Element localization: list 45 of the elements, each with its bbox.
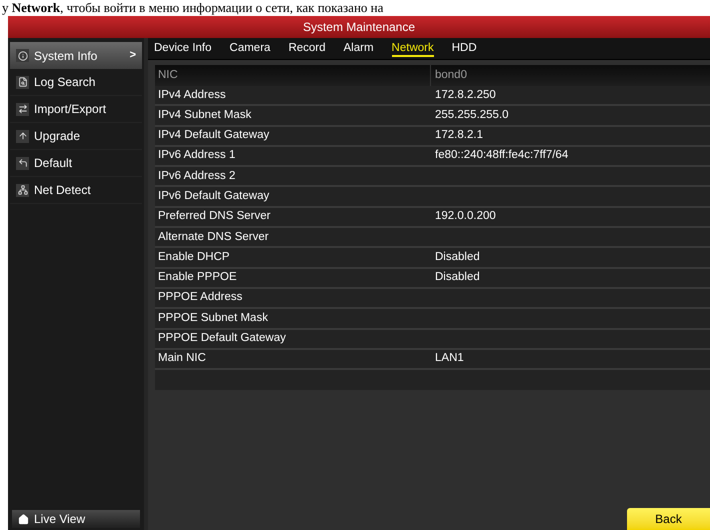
tab[interactable]: HDD [452,40,477,56]
table-cell-text: 172.8.2.250 [434,88,496,103]
document-search-icon [16,76,29,88]
tab[interactable]: Camera [230,40,270,56]
home-icon [18,514,29,524]
sidebar-item[interactable]: Upgrade [10,123,142,150]
table-cell-text: IPv4 Subnet Mask [157,108,252,123]
tab[interactable]: Device Info [154,40,212,56]
table-cell-text: Disabled [434,250,480,265]
tab[interactable]: Network [392,40,434,56]
table-cell-text: 172.8.2.1 [434,128,483,144]
table-cell-text: Preferred DNS Server [157,209,272,224]
network-icon [16,184,29,196]
table-cell-text: bond0 [434,68,467,83]
arrows-icon [16,102,29,116]
table-cell-text: IPv6 Default Gateway [157,189,270,204]
sidebar-item[interactable]: System Info > [10,42,142,69]
table-cell-text: Enable DHCP [157,250,231,265]
table-cell-text: IPv6 Address 2 [157,168,236,184]
table-cell-text: IPv4 Address [157,88,227,103]
table-cell-text: Enable PPPOE [157,270,238,286]
sidebar-item[interactable]: Net Detect [10,177,142,204]
arrow-text: > [130,48,136,64]
table-cell-text: 255.255.255.0 [434,108,509,123]
table-cell-text: 192.0.0.200 [434,209,496,224]
table-cell-text: Disabled [434,270,480,286]
live-view-button[interactable]: Live View [12,510,140,528]
table-cell-text: IPv4 Default Gateway [157,128,270,144]
table-cell-text: LAN1 [434,351,464,366]
sidebar-item[interactable]: Log Search [10,69,142,96]
title-bar: System Maintenance [8,16,710,38]
tab[interactable]: Alarm [344,40,374,56]
back-button[interactable]: Back [627,508,710,530]
table-cell-text: PPPOE Subnet Mask [157,310,269,326]
sidebar-item[interactable]: Import/Export [10,96,142,123]
table-cell-text: PPPOE Default Gateway [157,331,287,346]
table-cell-text: IPv6 Address 1 [157,148,236,164]
tab[interactable]: Record [288,40,326,56]
info-icon [16,49,29,62]
table-cell-text: PPPOE Address [157,290,244,306]
table-cell-text: Alternate DNS Server [157,230,270,245]
sidebar-item[interactable]: Default [10,150,142,177]
table-cell-text: fe80::240:48ff:fe4c:7ff7/64 [434,148,568,164]
caption-text: у Network, чтобы войти в меню информации о сети, как показано на [1,0,384,16]
table-cell-text: Main NIC [157,351,207,366]
